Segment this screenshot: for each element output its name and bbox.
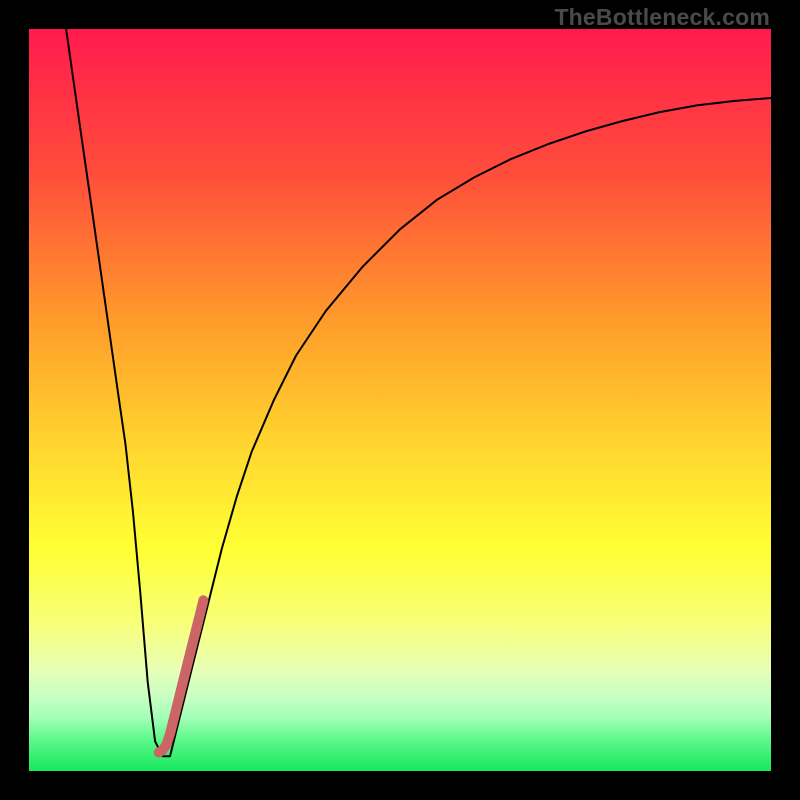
plot-area [29, 29, 771, 771]
chart-frame: TheBottleneck.com [0, 0, 800, 800]
gradient-background [29, 29, 771, 771]
watermark-text: TheBottleneck.com [554, 4, 770, 31]
chart-svg [29, 29, 771, 771]
